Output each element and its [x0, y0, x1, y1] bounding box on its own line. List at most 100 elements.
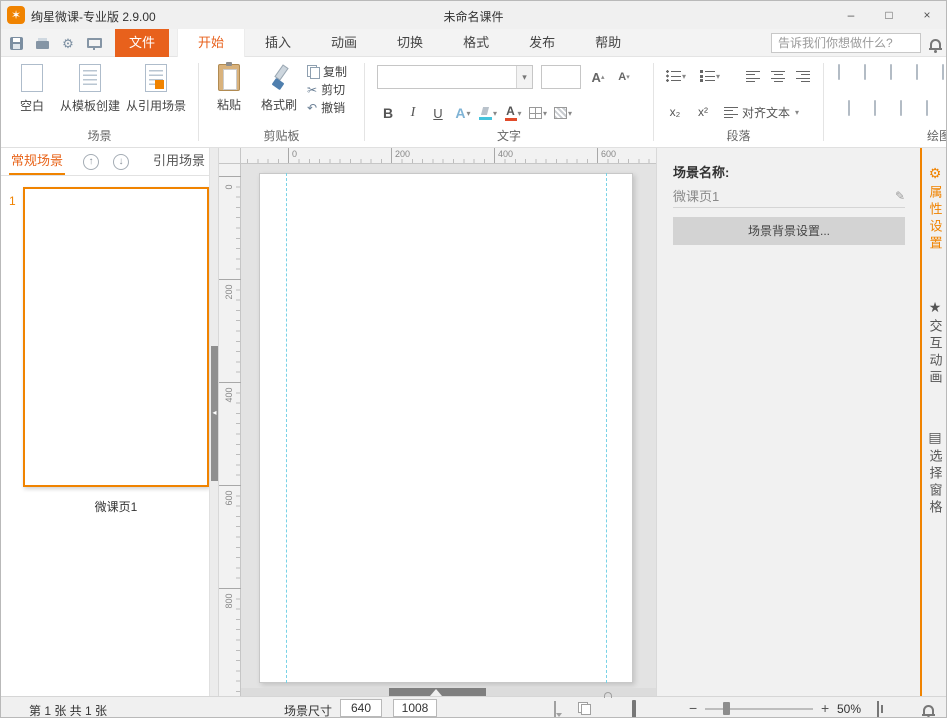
border-button[interactable]: ▾ [527, 102, 549, 124]
undo-button[interactable]: ↶ 撤销 [307, 99, 345, 116]
close-button[interactable]: × [908, 1, 946, 29]
ribbon-group-text: ▾ A ▴ A ▾ B I U A ▾ ▾ A ▾ ▾ ▾ 文字 [365, 57, 653, 147]
tab-file[interactable]: 文件 [115, 29, 169, 57]
scene-width-input[interactable] [340, 699, 382, 717]
paragraph-group-label: 段落 [726, 129, 751, 143]
ruler-tick [219, 382, 241, 383]
save-button[interactable] [7, 34, 25, 52]
horizontal-scrollbar[interactable] [241, 688, 656, 696]
tab-publish[interactable]: 发布 [509, 29, 575, 57]
print-button[interactable] [33, 34, 51, 52]
tell-me-search-input[interactable] [771, 33, 921, 53]
align-center-button[interactable] [767, 65, 789, 87]
text-effect-button[interactable]: A ▾ [452, 102, 474, 124]
bold-button[interactable]: B [377, 102, 399, 124]
scene-name-value[interactable]: 微课页1 [673, 186, 719, 205]
font-color-button[interactable]: A ▾ [502, 102, 524, 124]
dropdown-icon[interactable]: ▾ [516, 66, 532, 88]
tab-interactive-animation[interactable]: ★ 交互动画 [922, 300, 946, 387]
print-icon [35, 37, 49, 49]
zoom-slider-track[interactable] [705, 708, 813, 710]
tab-format[interactable]: 格式 [443, 29, 509, 57]
ribbon-tab-row: ⚙ 文件 开始 插入 动画 切换 格式 发布 帮助 [1, 29, 946, 57]
preview-button[interactable] [85, 34, 103, 52]
draw-tool-icon[interactable] [874, 100, 876, 116]
align-left-button[interactable] [742, 65, 764, 87]
draw-tool-icon[interactable] [838, 64, 840, 80]
dropdown-icon: ▾ [493, 108, 498, 118]
bell-icon [929, 39, 942, 53]
align-text-icon [724, 106, 738, 118]
draw-tool-icon[interactable] [942, 64, 944, 80]
move-scene-up-button[interactable]: ↑ [83, 154, 99, 170]
shrink-font-button[interactable]: A ▾ [613, 66, 635, 88]
tab-animation[interactable]: 动画 [311, 29, 377, 57]
settings-button[interactable]: ⚙ [59, 34, 77, 52]
draw-tool-icon[interactable] [926, 100, 928, 116]
zoom-slider-thumb[interactable] [723, 702, 730, 715]
splitter-handle[interactable]: ◂ [211, 346, 218, 481]
copy-button[interactable]: 复制 [307, 63, 347, 80]
notification-button[interactable] [922, 703, 935, 717]
draw-tool-icon[interactable] [916, 64, 918, 80]
tab-properties[interactable]: ⚙ 属性设置 [922, 166, 946, 253]
pencil-icon[interactable]: ✎ [895, 189, 905, 203]
grow-font-button[interactable]: A ▴ [587, 66, 609, 88]
minimize-button[interactable]: – [832, 1, 870, 29]
scene-background-button[interactable]: 场景背景设置... [673, 217, 905, 245]
draw-tool-icon[interactable] [890, 64, 892, 80]
ruler-label: 400 [498, 149, 514, 159]
blank-scene-button[interactable]: 空白 [9, 61, 55, 114]
tab-selection-pane[interactable]: ▤ 选择窗格 [922, 429, 946, 517]
tab-transition[interactable]: 切换 [377, 29, 443, 57]
font-color-bar [504, 118, 517, 121]
scene-list-panel: 常规场景 ↑ ↓ 引用场景 1 微课页1 ◂ [1, 148, 219, 696]
scene-size-label: 场景尺寸 [284, 704, 333, 718]
scene-name-field[interactable]: 微课页1 ✎ [673, 184, 905, 208]
italic-button[interactable]: I [402, 102, 424, 124]
format-painter-button[interactable]: 格式刷 [255, 61, 303, 113]
play-preview-button[interactable] [632, 700, 636, 717]
monitor-icon [86, 38, 102, 50]
reference-page-icon [145, 64, 167, 92]
canvas-page[interactable] [259, 173, 633, 683]
scene-height-input[interactable] [393, 699, 437, 717]
ruler-label: 0 [292, 149, 298, 159]
font-color-icon: A [504, 105, 517, 121]
font-size-select[interactable] [541, 65, 581, 89]
tab-normal-scenes[interactable]: 常规场景 [9, 148, 66, 175]
panel-icon: ▤ [928, 429, 942, 445]
draw-tool-icon[interactable] [900, 100, 902, 116]
zoom-in-button[interactable]: + [821, 700, 829, 716]
numbered-list-button[interactable]: ▾ [698, 65, 722, 87]
align-text-button[interactable]: 对齐文本 ▾ [722, 101, 801, 123]
underline-button[interactable]: U [427, 102, 449, 124]
slide-thumbnail[interactable] [23, 187, 209, 487]
page-down-button[interactable] [554, 701, 556, 717]
align-right-button[interactable] [792, 65, 814, 87]
superscript-button[interactable]: x² [692, 101, 714, 123]
paste-button[interactable]: 粘贴 [207, 61, 251, 113]
bullet-list-button[interactable]: ▾ [664, 65, 688, 87]
font-family-select[interactable]: ▾ [377, 65, 533, 89]
from-reference-button[interactable]: 从引用场景 [123, 61, 189, 114]
zoom-out-button[interactable]: − [689, 700, 697, 716]
align-center-icon [771, 70, 785, 82]
fit-screen-button[interactable] [877, 701, 879, 717]
notification-button[interactable] [929, 37, 942, 53]
subscript-button[interactable]: x₂ [664, 101, 686, 123]
from-template-button[interactable]: 从模板创建 [59, 61, 121, 114]
draw-tool-icon[interactable] [848, 100, 850, 116]
tab-insert[interactable]: 插入 [245, 29, 311, 57]
shading-button[interactable]: ▾ [552, 102, 574, 124]
cut-button[interactable]: ✂ 剪切 [307, 81, 345, 98]
tab-help[interactable]: 帮助 [575, 29, 641, 57]
font-size-value [542, 66, 580, 88]
move-scene-down-button[interactable]: ↓ [113, 154, 129, 170]
maximize-button[interactable]: □ [870, 1, 908, 29]
tab-home[interactable]: 开始 [177, 29, 246, 57]
tab-reference-scenes[interactable]: 引用场景 [151, 148, 207, 175]
draw-tool-icon[interactable] [864, 64, 866, 80]
highlight-button[interactable]: ▾ [477, 102, 499, 124]
numbered-list-icon [700, 70, 715, 82]
